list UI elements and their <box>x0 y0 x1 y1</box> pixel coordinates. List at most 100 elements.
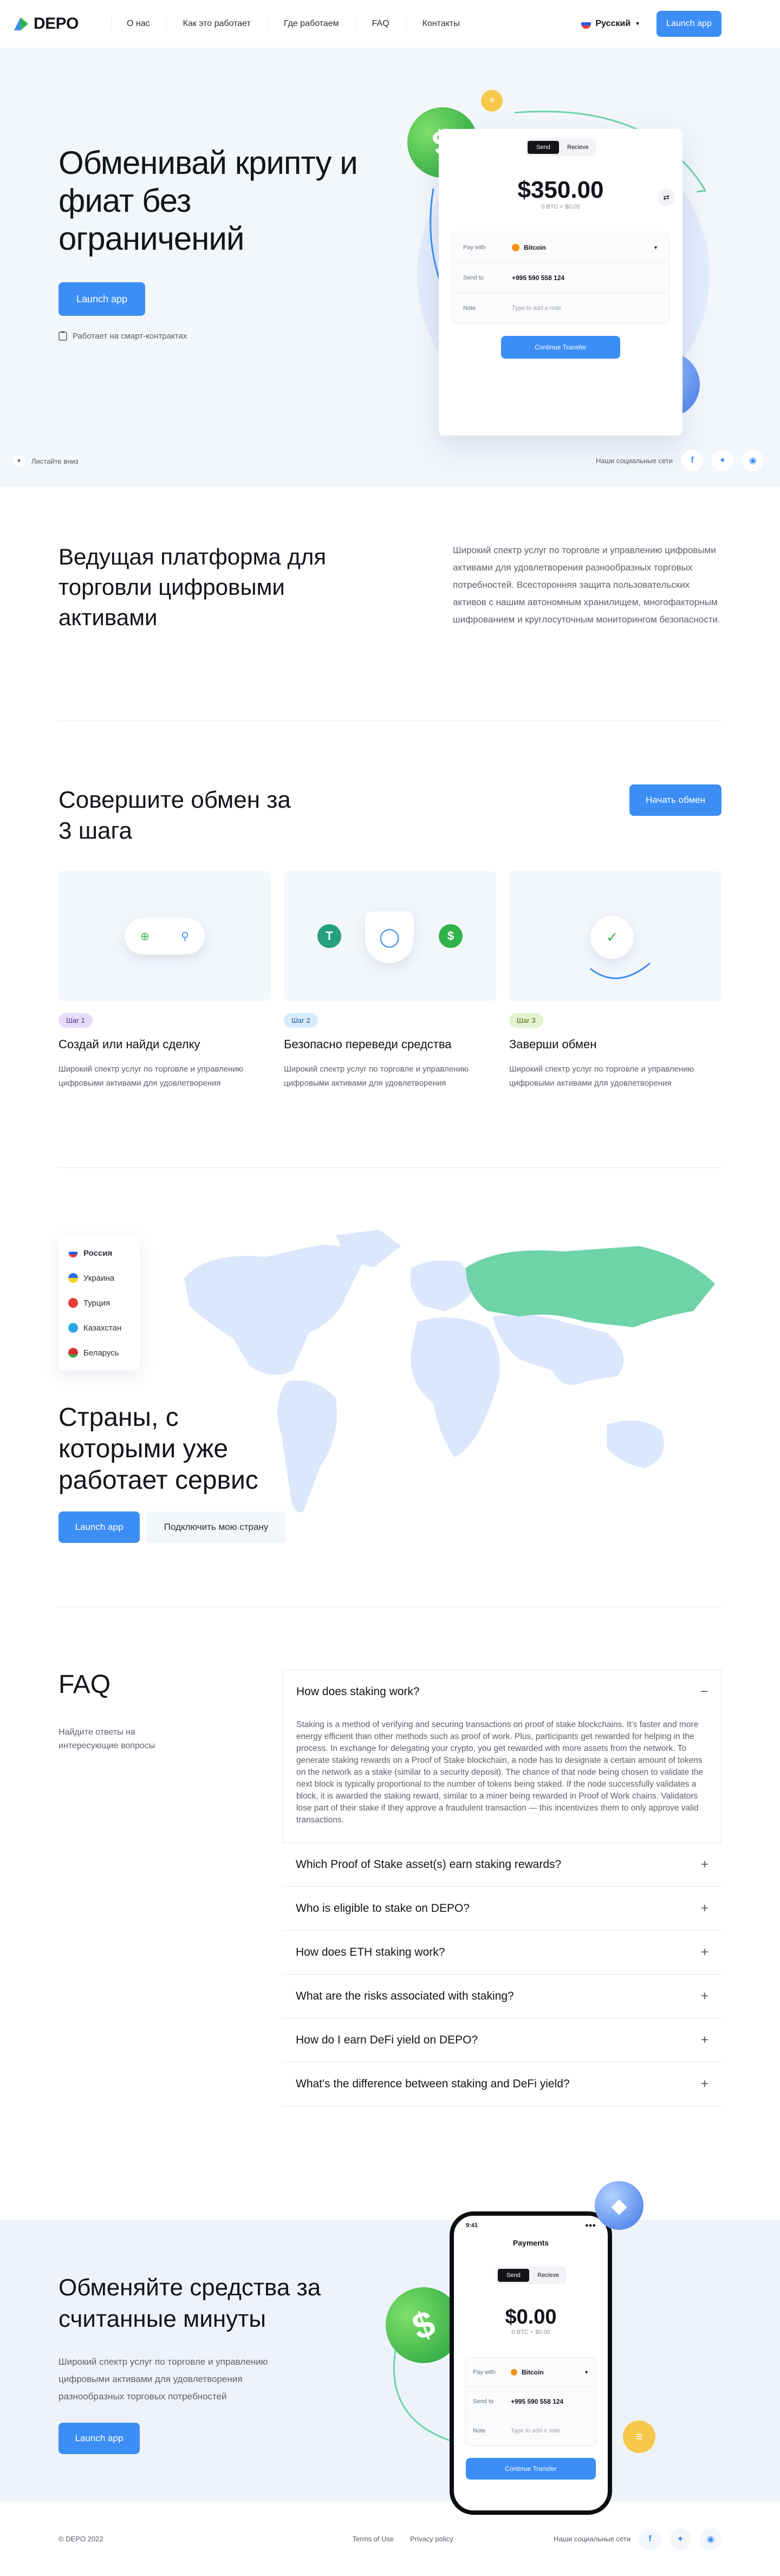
pay-with-field[interactable]: Pay with Bitcoin ▼ <box>465 2358 596 2387</box>
divider <box>58 1167 722 1168</box>
tether-icon: T <box>317 924 341 948</box>
steps-section: Совершите обмен за 3 шага Начать обмен ⊕… <box>58 784 722 1088</box>
twitter-icon[interactable]: ✦ <box>711 450 733 471</box>
turkey-flag-icon <box>68 1298 78 1308</box>
faq-question-text: How do I earn DeFi yield on DEPO? <box>296 2034 478 2046</box>
start-exchange-button[interactable]: Начать обмен <box>629 784 722 816</box>
country-item-turkey[interactable]: Турция <box>58 1290 140 1315</box>
pay-with-label: Pay with <box>463 244 486 251</box>
plus-icon: + <box>700 1945 708 1959</box>
continue-transfer-button[interactable]: Continue Transfer <box>501 336 620 359</box>
faq-question-text: Which Proof of Stake asset(s) earn staki… <box>296 1858 562 1871</box>
language-select[interactable]: Русский ▼ <box>581 19 640 29</box>
faq-item: What are the risks associated with staki… <box>283 1975 722 2019</box>
note-field[interactable]: Note Type to add a note <box>465 2416 596 2445</box>
faq-question[interactable]: What are the risks associated with staki… <box>296 1975 708 2018</box>
step-text: Широкий спектр услуг по торговле и управ… <box>284 1065 469 1088</box>
country-item-ukraine[interactable]: Украина <box>58 1266 140 1290</box>
faq-question[interactable]: How does staking work? − <box>296 1670 708 1714</box>
faq-question[interactable]: Which Proof of Stake asset(s) earn staki… <box>296 1843 708 1886</box>
nav-about[interactable]: О нас <box>127 18 167 30</box>
faq-question[interactable]: How do I earn DeFi yield on DEPO? + <box>296 2019 708 2062</box>
send-to-field[interactable]: Send to +995 590 558 124 <box>452 263 669 293</box>
countries-section: Россия Украина Турция Казахстан Беларусь… <box>0 1230 780 1566</box>
facebook-icon[interactable]: f <box>639 2528 661 2550</box>
chevron-down-icon: ▼ <box>13 455 25 467</box>
send-to-label: Send to <box>473 2398 493 2405</box>
plus-icon: + <box>700 1857 708 1872</box>
copyright: © DEPO 2022 <box>58 2535 103 2543</box>
faq-answer: Staking is a method of verifying and sec… <box>296 1720 704 1825</box>
country-label: Россия <box>83 1248 113 1258</box>
russia-flag-icon <box>581 19 592 29</box>
privacy-link[interactable]: Privacy policy <box>410 2535 453 2543</box>
facebook-icon[interactable]: f <box>681 450 703 471</box>
amount-value: $0.00 <box>505 2306 557 2328</box>
hero-social: Наши социальные сети f ✦ ◉ <box>596 450 764 471</box>
country-item-belarus[interactable]: Беларусь <box>58 1340 140 1365</box>
tab-send[interactable]: Send <box>498 2269 529 2282</box>
faq-question[interactable]: How does ETH staking work? + <box>296 1931 708 1974</box>
faq-question[interactable]: Who is eligible to stake on DEPO? + <box>296 1887 708 1930</box>
step-card: ⊕ ⚲ Шаг 1 Создай или найди сделку Широки… <box>58 871 271 1091</box>
social-label: Наши социальные сети <box>596 456 673 465</box>
countries-launch-button[interactable]: Launch app <box>58 1511 140 1543</box>
nav-contacts[interactable]: Контакты <box>422 18 476 30</box>
header-launch-button[interactable]: Launch app <box>656 11 722 37</box>
australia <box>607 1420 664 1468</box>
pay-with-label: Pay with <box>473 2369 496 2376</box>
hero-launch-button[interactable]: Launch app <box>58 282 145 316</box>
connect-country-button[interactable]: Подключить мою страну <box>146 1511 286 1543</box>
terms-link[interactable]: Terms of Use <box>353 2535 394 2543</box>
main-nav: О нас Как это работает Где работаем FAQ … <box>111 18 492 30</box>
faq-item: How does staking work? − Staking is a met… <box>283 1670 722 1843</box>
russia-flag-icon <box>68 1248 78 1258</box>
dollar-icon: $ <box>439 924 463 948</box>
steps-title: Совершите обмен за 3 шага <box>58 787 291 844</box>
country-label: Турция <box>83 1298 110 1308</box>
tab-receive[interactable]: Recieve <box>532 2269 564 2282</box>
note-field[interactable]: Note Type to add a note <box>452 293 669 323</box>
country-item-kazakhstan[interactable]: Казахстан <box>58 1315 140 1340</box>
twitter-icon[interactable]: ✦ <box>670 2528 691 2550</box>
tab-send[interactable]: Send <box>528 141 559 154</box>
social-label: Наши социальные сети <box>554 2535 630 2543</box>
logo[interactable]: DEPO <box>13 15 79 33</box>
swap-icon[interactable]: ⇄ <box>658 189 675 206</box>
pay-with-field[interactable]: Pay with Bitcoin ▼ <box>452 232 669 263</box>
logo-icon <box>14 17 28 30</box>
country-list: Россия Украина Турция Казахстан Беларусь <box>58 1235 140 1371</box>
about-title: Ведущая платформа для торговли цифровыми… <box>58 544 327 630</box>
instagram-icon[interactable]: ◉ <box>700 2528 722 2550</box>
tab-receive[interactable]: Recieve <box>562 141 594 154</box>
nav-faq[interactable]: FAQ <box>372 18 406 30</box>
cta-section: Обменяйте средства за считанные минуты Ш… <box>0 2181 780 2515</box>
hero-section: Обменивай крипту и фиат без ограничений … <box>0 48 780 486</box>
faq-question-text: What's the difference between staking an… <box>296 2078 570 2090</box>
minus-icon: − <box>700 1684 708 1699</box>
send-receive-toggle: Send Recieve <box>496 2267 566 2284</box>
step-text: Широкий спектр услуг по торговле и управ… <box>509 1065 694 1088</box>
send-to-field[interactable]: Send to +995 590 558 124 <box>465 2387 596 2416</box>
bitcoin-icon <box>511 2369 517 2376</box>
contract-note-text: Работает на смарт-контрактах <box>73 331 187 341</box>
step-title: Безопасно переведи средства <box>284 1037 452 1051</box>
note-label: Note <box>463 305 476 312</box>
faq-question[interactable]: What's the difference between staking an… <box>296 2062 708 2106</box>
faq-item: Who is eligible to stake on DEPO? + <box>283 1887 722 1931</box>
language-label: Русский <box>595 19 631 28</box>
nav-where-we-work[interactable]: Где работаем <box>284 18 356 30</box>
instagram-icon[interactable]: ◉ <box>742 450 764 471</box>
phone-mockup: 9:41 ●●● Payments Send Recieve $0.00 0 B… <box>450 2211 612 2515</box>
plus-icon: + <box>700 1989 708 2003</box>
bitcoin-icon <box>512 243 519 251</box>
continue-transfer-button[interactable]: Continue Transfer <box>466 2458 596 2480</box>
faq-item: Which Proof of Stake asset(s) earn staki… <box>283 1843 722 1887</box>
belarus-flag-icon <box>68 1348 78 1358</box>
note-placeholder: Type to add a note <box>512 305 562 312</box>
cta-launch-button[interactable]: Launch app <box>58 2423 140 2454</box>
send-to-value: +995 590 558 124 <box>511 2397 564 2405</box>
country-item-russia[interactable]: Россия <box>58 1241 140 1266</box>
scroll-hint[interactable]: ▼ Листайте вниз <box>13 455 79 467</box>
nav-how-it-works[interactable]: Как это работает <box>183 18 268 30</box>
